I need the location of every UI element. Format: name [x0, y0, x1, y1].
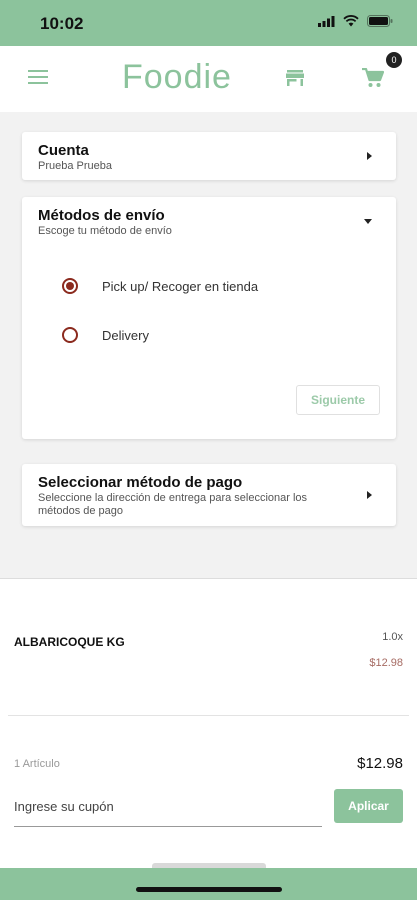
- account-subtitle: Prueba Prueba: [38, 160, 112, 172]
- apply-coupon-button[interactable]: Aplicar: [334, 789, 403, 823]
- item-quantity: 1.0x: [382, 631, 403, 643]
- radio-delivery-label[interactable]: Delivery: [102, 328, 149, 343]
- signal-icon: [318, 15, 335, 27]
- radio-delivery[interactable]: [62, 327, 78, 343]
- order-summary: ALBARICOQUE KG 1.0x $12.98 1 Artículo $1…: [0, 578, 417, 869]
- brand-logo: Foodie: [122, 58, 232, 96]
- account-card[interactable]: Cuenta Prueba Prueba: [22, 132, 396, 180]
- store-icon[interactable]: [286, 70, 304, 86]
- payment-subtitle: Seleccione la dirección de entrega para …: [38, 492, 308, 517]
- cart-icon[interactable]: [362, 68, 384, 88]
- item-name: ALBARICOQUE KG: [14, 635, 125, 649]
- status-icons: [318, 15, 393, 27]
- chevron-right-icon: [367, 491, 372, 499]
- coupon-input[interactable]: [14, 787, 322, 827]
- divider: [8, 715, 409, 716]
- chevron-right-icon: [367, 152, 372, 160]
- status-time: 10:02: [40, 14, 84, 33]
- item-price: $12.98: [369, 657, 403, 669]
- next-button[interactable]: Siguiente: [296, 385, 380, 415]
- radio-pickup[interactable]: [62, 278, 78, 294]
- shipping-title: Métodos de envío: [38, 207, 165, 224]
- item-count: 1 Artículo: [14, 758, 60, 770]
- payment-title: Seleccionar método de pago: [38, 474, 243, 491]
- shipping-subtitle: Escoge tu método de envío: [38, 225, 172, 237]
- account-title: Cuenta: [38, 142, 89, 159]
- shipping-card: Métodos de envío Escoge tu método de env…: [22, 197, 396, 439]
- status-bar: 10:02: [0, 0, 417, 46]
- chevron-down-icon[interactable]: [364, 219, 372, 224]
- cart-count-badge: 0: [386, 52, 402, 68]
- wifi-icon: [343, 15, 359, 27]
- payment-card[interactable]: Seleccionar método de pago Seleccione la…: [22, 464, 396, 526]
- app-header: Foodie 0: [0, 46, 417, 112]
- home-indicator[interactable]: [136, 887, 282, 892]
- order-total: $12.98: [357, 755, 403, 772]
- battery-icon: [367, 15, 393, 27]
- menu-icon[interactable]: [28, 70, 48, 86]
- radio-pickup-label[interactable]: Pick up/ Recoger en tienda: [102, 279, 258, 294]
- bottom-bar: [0, 868, 417, 900]
